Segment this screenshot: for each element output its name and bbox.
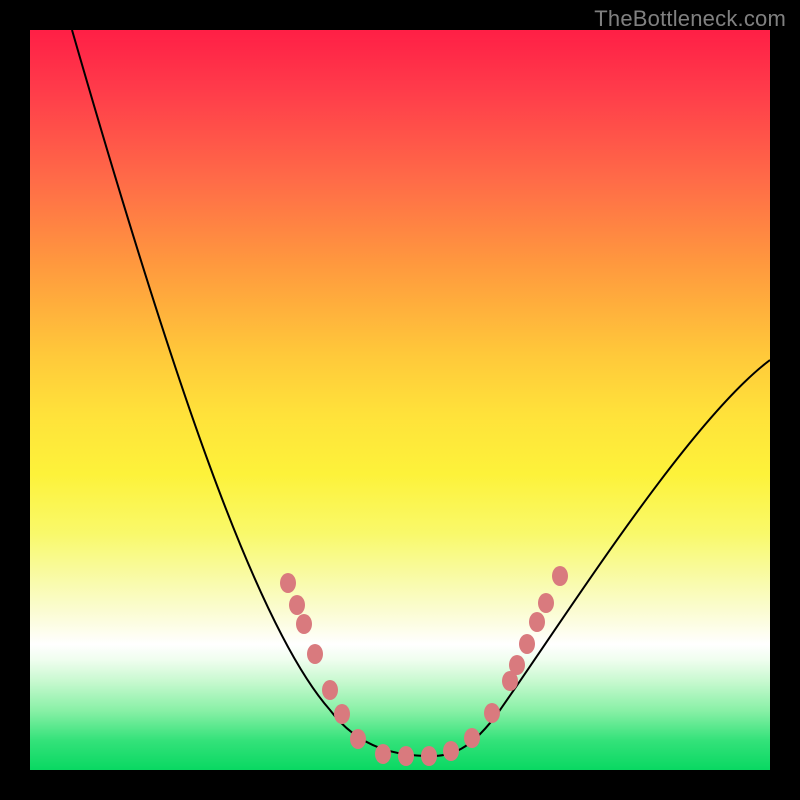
curve-markers bbox=[280, 566, 568, 766]
plot-area bbox=[30, 30, 770, 770]
marker-dot bbox=[398, 746, 414, 766]
marker-dot bbox=[484, 703, 500, 723]
bottleneck-curve bbox=[72, 30, 770, 756]
marker-dot bbox=[375, 744, 391, 764]
marker-dot bbox=[519, 634, 535, 654]
marker-dot bbox=[443, 741, 459, 761]
marker-dot bbox=[552, 566, 568, 586]
marker-dot bbox=[538, 593, 554, 613]
chart-svg bbox=[30, 30, 770, 770]
marker-dot bbox=[296, 614, 312, 634]
marker-dot bbox=[280, 573, 296, 593]
marker-dot bbox=[322, 680, 338, 700]
marker-dot bbox=[464, 728, 480, 748]
marker-dot bbox=[421, 746, 437, 766]
marker-dot bbox=[509, 655, 525, 675]
marker-dot bbox=[350, 729, 366, 749]
outer-frame: TheBottleneck.com bbox=[0, 0, 800, 800]
marker-dot bbox=[529, 612, 545, 632]
watermark-text: TheBottleneck.com bbox=[594, 6, 786, 32]
marker-dot bbox=[289, 595, 305, 615]
marker-dot bbox=[334, 704, 350, 724]
marker-dot bbox=[307, 644, 323, 664]
